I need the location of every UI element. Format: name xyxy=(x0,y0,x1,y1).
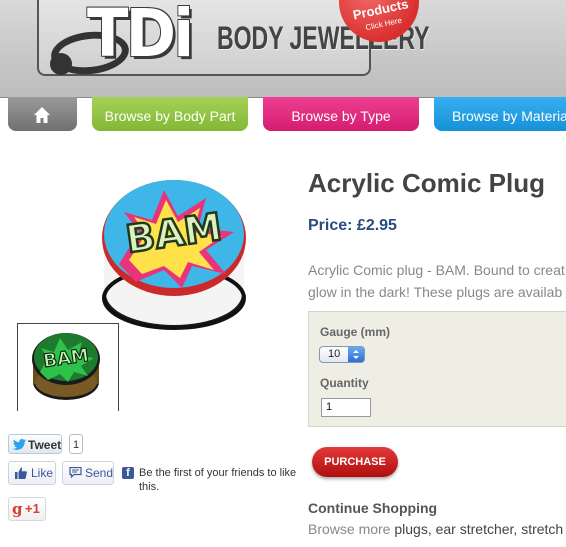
facebook-like-button[interactable]: Like xyxy=(8,461,56,485)
site-logo[interactable]: TDi BODY JEWELLERY xyxy=(37,0,430,78)
browse-more-links[interactable]: plugs, ear stretcher, stretch xyxy=(394,521,563,537)
facebook-social-text: Be the first of your friends to like thi… xyxy=(139,467,297,493)
product-price: Price: £2.95 xyxy=(308,217,397,234)
google-plus-one-button[interactable]: g +1 xyxy=(8,497,46,521)
facebook-like-label: Like xyxy=(31,466,54,480)
quantity-label: Quantity xyxy=(320,376,369,390)
speech-bubble-icon xyxy=(69,467,82,478)
continue-shopping-heading: Continue Shopping xyxy=(308,500,438,516)
twitter-bird-icon xyxy=(13,439,26,450)
browse-more-text: Browse more plugs, ear stretcher, stretc… xyxy=(308,521,566,537)
facebook-icon: f xyxy=(122,467,134,479)
product-title: Acrylic Comic Plug xyxy=(308,168,545,198)
product-description-line: glow in the dark! These plugs are availa… xyxy=(308,284,563,300)
facebook-send-label: Send xyxy=(85,466,114,480)
site-header: TDi BODY JEWELLERY Products Click Here xyxy=(0,0,566,98)
product-main-image[interactable]: BAM xyxy=(94,172,254,330)
tweet-label: Tweet xyxy=(28,438,62,452)
home-icon xyxy=(34,107,50,123)
thumbs-up-icon xyxy=(15,467,27,479)
product-options-panel: Gauge (mm) 10 Quantity 1 xyxy=(308,311,566,427)
tweet-button[interactable]: Tweet xyxy=(8,434,62,454)
product-thumbnail[interactable]: BAM xyxy=(28,328,104,404)
gauge-label: Gauge (mm) xyxy=(320,325,391,339)
logo-text: TDi xyxy=(87,0,194,72)
purchase-button[interactable]: PURCHASE xyxy=(312,447,398,477)
product-description: Acrylic Comic plug - BAM. Bound to creat… xyxy=(308,259,566,303)
google-plus-label: +1 xyxy=(25,501,40,516)
nav-home-tab[interactable] xyxy=(8,97,77,131)
quantity-input[interactable]: 1 xyxy=(321,398,371,417)
main-nav: Browse by Body Part Browse by Type Brows… xyxy=(0,97,566,133)
logo-ball-icon xyxy=(50,53,72,75)
browse-more-prefix: Browse more xyxy=(308,521,395,537)
select-arrows-icon xyxy=(348,347,364,362)
nav-tab-type[interactable]: Browse by Type xyxy=(263,97,419,131)
gauge-select[interactable]: 10 xyxy=(319,346,365,363)
facebook-send-button[interactable]: Send xyxy=(62,461,114,485)
gauge-select-value: 10 xyxy=(328,348,341,360)
nav-tab-body-part[interactable]: Browse by Body Part xyxy=(92,97,248,131)
google-plus-icon: g xyxy=(12,500,23,518)
tweet-count: 1 xyxy=(69,434,83,454)
product-description-line: Acrylic Comic plug - BAM. Bound to creat xyxy=(308,262,565,278)
nav-tab-material[interactable]: Browse by Materia xyxy=(434,97,566,131)
